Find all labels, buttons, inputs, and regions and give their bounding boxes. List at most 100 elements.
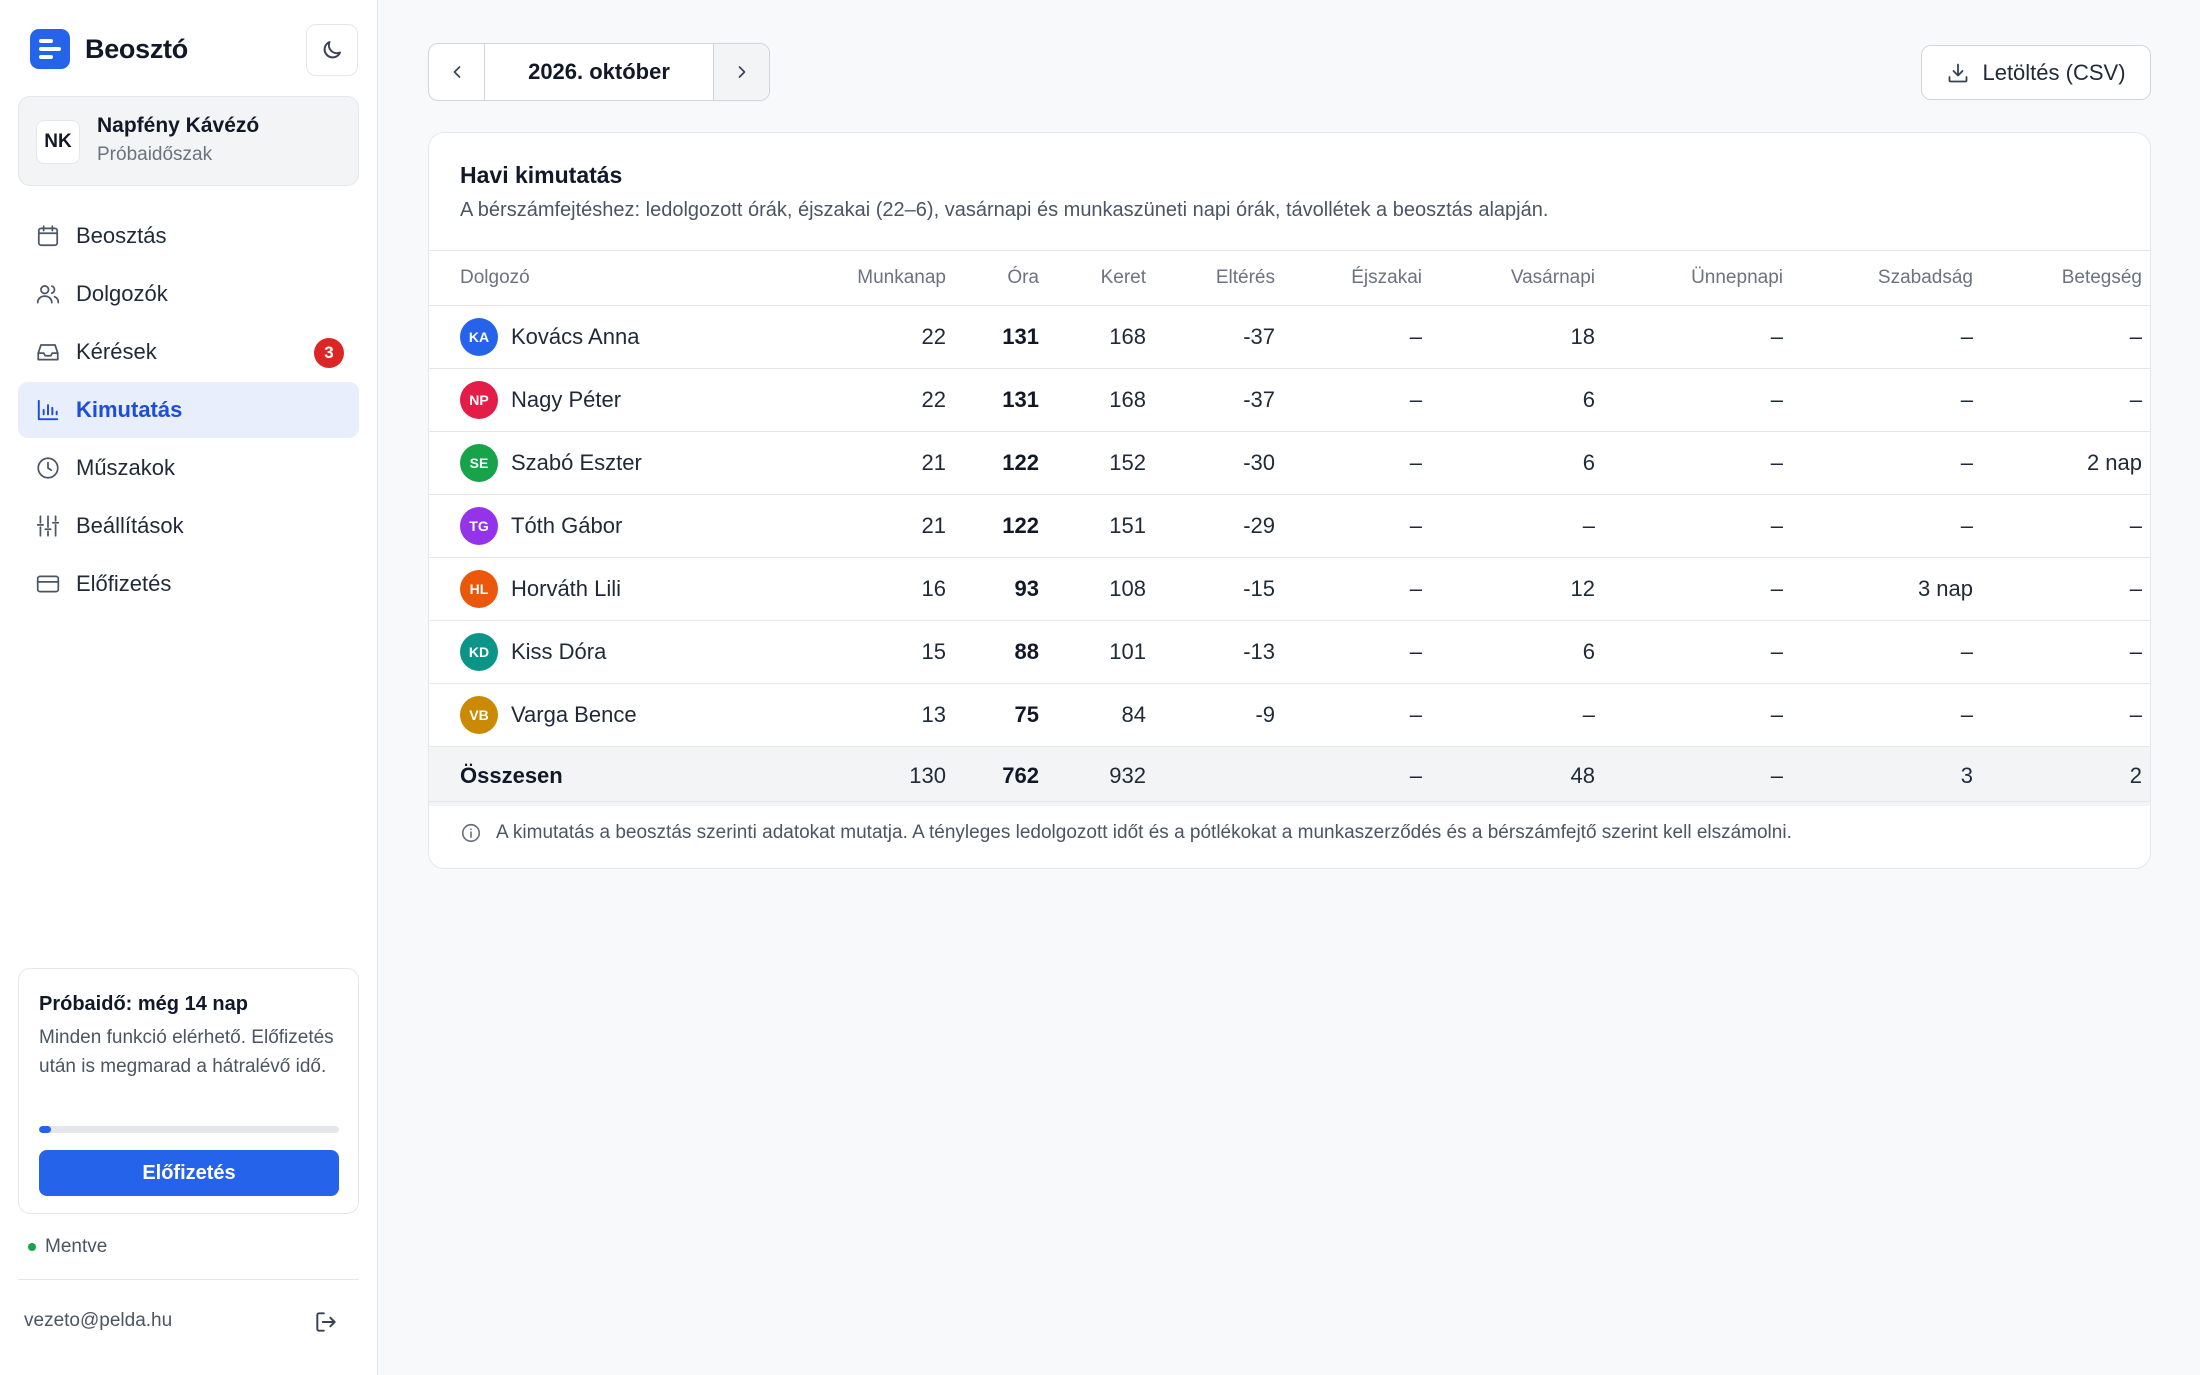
nav-item-beosztas[interactable]: Beosztás (18, 208, 359, 264)
employee-avatar: TG (460, 507, 498, 545)
column-header[interactable]: Vasárnapi (1432, 250, 1605, 306)
employee-avatar: SE (460, 444, 498, 482)
total-szabadsag: 3 (1793, 746, 1983, 806)
column-header[interactable]: Dolgozó (429, 250, 821, 306)
info-icon (460, 822, 482, 844)
employee: NP Nagy Péter (460, 381, 811, 419)
save-status: Mentve (28, 1236, 107, 1258)
current-month-label[interactable]: 2026. október (485, 44, 713, 100)
nav-item-label: Előfizetés (76, 571, 172, 596)
cell-munkanap: 22 (821, 368, 956, 432)
cell-ora: 93 (956, 557, 1049, 621)
table-row[interactable]: NP Nagy Péter 22 131 168 -37–6– – – (429, 368, 2150, 432)
cell-ora: 75 (956, 683, 1049, 747)
subscribe-button[interactable]: Előfizetés (39, 1150, 339, 1196)
calendar-icon (34, 222, 62, 250)
cell-ejszakai: – (1285, 431, 1432, 495)
cell-ejszakai: – (1285, 620, 1432, 684)
chevron-right-icon (738, 66, 745, 78)
cell-unnepnapi: – (1605, 305, 1793, 369)
previous-month-button[interactable] (429, 44, 485, 100)
nav-item-elofizetes[interactable]: Előfizetés (18, 556, 359, 612)
theme-toggle-button[interactable] (306, 24, 358, 76)
cell-szabadsag: – (1793, 620, 1983, 684)
total-keret: 932 (1049, 746, 1156, 806)
app-name: Beosztó (85, 33, 188, 64)
table-row[interactable]: HL Horváth Lili 16 93 108 -15–12–3 nap – (429, 557, 2150, 621)
column-header[interactable]: Szabadság (1793, 250, 1983, 306)
employee: KD Kiss Dóra (460, 633, 811, 671)
org-avatar: NK (36, 120, 80, 164)
employee-name: Horváth Lili (511, 576, 622, 601)
total-munkanap: 130 (821, 746, 956, 806)
employee-name: Tóth Gábor (511, 513, 623, 538)
employee-cell: HL Horváth Lili (429, 557, 821, 621)
logout-button[interactable] (312, 1308, 340, 1336)
employee-cell: NP Nagy Péter (429, 368, 821, 432)
bar-chart-icon (34, 396, 62, 424)
moon-icon (323, 41, 341, 59)
employee-cell: KA Kovács Anna (429, 305, 821, 369)
table-row[interactable]: VB Varga Bence 13 75 84 -9– – – – – (429, 683, 2150, 747)
cell-vasarnapi: – (1432, 683, 1605, 747)
table-row[interactable]: TG Tóth Gábor 21 122 151 -29– – – – – (429, 494, 2150, 558)
nav-item-dolgozok[interactable]: Dolgozók (18, 266, 359, 322)
employee: VB Varga Bence (460, 696, 811, 734)
cell-vasarnapi: 6 (1432, 431, 1605, 495)
nav-item-kimutatas[interactable]: Kimutatás (18, 382, 359, 438)
cell-elteres: -29 (1156, 494, 1285, 558)
cell-szabadsag: – (1793, 431, 1983, 495)
report-note-text: A kimutatás a beosztás szerinti adatokat… (496, 822, 1792, 843)
total-ejszakai: – (1285, 746, 1432, 806)
cell-elteres: -15 (1156, 557, 1285, 621)
employee-avatar: NP (460, 381, 498, 419)
cell-betegseg: – (1983, 368, 2150, 432)
monthly-report-card: Havi kimutatás A bérszámfejtéshez: ledol… (428, 132, 2151, 869)
download-csv-button[interactable]: Letöltés (CSV) (1921, 45, 2151, 100)
sliders-icon (34, 512, 62, 540)
main-nav: Beosztás Dolgozók Kérések 3 Kimutatás Mű… (18, 208, 359, 614)
column-header[interactable]: Betegség (1983, 250, 2150, 306)
nav-item-muszakok[interactable]: Műszakok (18, 440, 359, 496)
column-header[interactable]: Eltérés (1156, 250, 1285, 306)
user-email: vezeto@pelda.hu (24, 1310, 173, 1331)
logout-icon (316, 1312, 336, 1332)
table-total-row: Összesen 130 762 932–48–3 2 (429, 746, 2150, 806)
column-header[interactable]: Óra (956, 250, 1049, 306)
month-navigator: 2026. október (428, 43, 770, 101)
cell-betegseg: 2 nap (1983, 431, 2150, 495)
nav-item-label: Kimutatás (76, 397, 183, 422)
cell-ejszakai: – (1285, 494, 1432, 558)
table-row[interactable]: KA Kovács Anna 22 131 168 -37–18– – – (429, 305, 2150, 369)
cell-unnepnapi: – (1605, 683, 1793, 747)
total-unnepnapi: – (1605, 746, 1793, 806)
org-status: Próbaidőszak (97, 144, 213, 165)
column-header[interactable]: Keret (1049, 250, 1156, 306)
column-header[interactable]: Ünnepnapi (1605, 250, 1793, 306)
trial-card: Próbaidő: még 14 nap Minden funkció elér… (18, 968, 359, 1214)
inbox-icon (34, 338, 62, 366)
brand[interactable]: Beosztó (30, 29, 188, 69)
employee-cell: TG Tóth Gábor (429, 494, 821, 558)
cell-szabadsag: – (1793, 683, 1983, 747)
column-header[interactable]: Éjszakai (1285, 250, 1432, 306)
column-header[interactable]: Munkanap (821, 250, 956, 306)
organization-switcher[interactable]: NK Napfény Kávézó Próbaidőszak (18, 96, 359, 186)
next-month-button[interactable] (713, 44, 769, 100)
users-icon (34, 280, 62, 308)
total-label: Összesen (429, 746, 821, 806)
app-logo-icon (30, 29, 70, 69)
table-row[interactable]: SE Szabó Eszter 21 122 152 -30–6– –2 nap (429, 431, 2150, 495)
nav-item-label: Kérések (76, 339, 157, 364)
report-title: Havi kimutatás (460, 162, 623, 188)
cell-keret: 101 (1049, 620, 1156, 684)
employee-cell: KD Kiss Dóra (429, 620, 821, 684)
employee-avatar: VB (460, 696, 498, 734)
cell-elteres: -30 (1156, 431, 1285, 495)
cell-ora: 131 (956, 368, 1049, 432)
nav-item-keresek[interactable]: Kérések 3 (18, 324, 359, 380)
sidebar: Beosztó NK Napfény Kávézó Próbaidőszak B… (0, 0, 378, 1375)
employee-avatar: KA (460, 318, 498, 356)
nav-item-beallitasok[interactable]: Beállítások (18, 498, 359, 554)
table-row[interactable]: KD Kiss Dóra 15 88 101 -13–6– – – (429, 620, 2150, 684)
